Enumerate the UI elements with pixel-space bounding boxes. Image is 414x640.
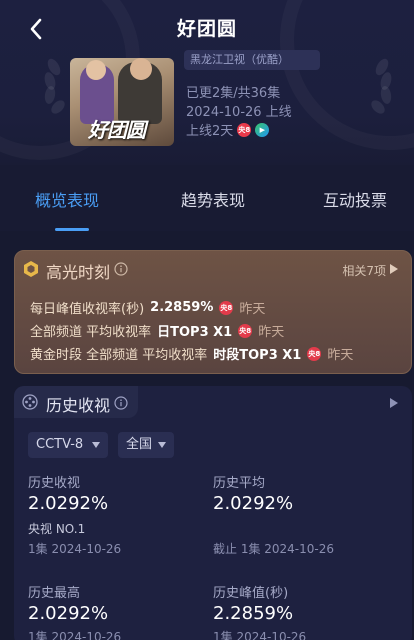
stat-value: 2.0292% xyxy=(28,493,109,514)
stat-sub: 1集 2024-10-26 xyxy=(213,630,307,640)
chevron-down-icon xyxy=(92,442,100,448)
drama-poster[interactable]: 好团圆 xyxy=(70,58,174,146)
active-tab-indicator xyxy=(55,228,89,231)
play-arrow-icon[interactable] xyxy=(390,264,398,274)
laurel-right-icon xyxy=(371,58,392,114)
info-icon[interactable] xyxy=(114,262,128,276)
stat-rank: 央视 NO.1 xyxy=(28,522,86,536)
highlight-title: 高光时刻 xyxy=(46,263,111,282)
tab-trend[interactable]: 趋势表现 xyxy=(181,187,245,211)
highlight-row-label: 黄金时段 全部频道 平均收视率 xyxy=(30,348,208,363)
info-icon[interactable] xyxy=(114,396,128,410)
channel-select[interactable]: CCTV-8 xyxy=(28,432,108,458)
play-arrow-icon[interactable] xyxy=(390,398,398,408)
yangshipin-icon: 央8 xyxy=(237,122,252,137)
poster-face xyxy=(86,60,106,80)
stat-label: 历史最高 xyxy=(28,586,81,601)
online-days-row: 上线2天 央8 ▶ xyxy=(186,120,270,139)
chevron-down-icon xyxy=(158,442,166,448)
tab-bar: 概览表现 趋势表现 互动投票 xyxy=(0,165,414,231)
stat-value: 2.0292% xyxy=(213,493,294,514)
yangshipin-badge-icon: 央8 xyxy=(307,346,322,361)
highlight-row-label: 每日峰值收视率(秒) xyxy=(30,302,145,317)
highlight-row-time: 昨天 xyxy=(327,348,354,363)
tab-vote[interactable]: 互动投票 xyxy=(323,187,387,211)
region-select-value: 全国 xyxy=(126,437,153,452)
yangshipin-badge-icon: 央8 xyxy=(238,323,253,338)
episode-count: 已更2集/共36集 xyxy=(186,86,281,101)
drama-header: 好团圆 好团圆 黑龙江卫视（优酷） 已更2集/共36集 2024-10-26 上… xyxy=(0,0,414,165)
channel-select-value: CCTV-8 xyxy=(36,437,84,452)
highlight-row: 黄金时段 全部频道 平均收视率 时段TOP3 X1 央8 昨天 xyxy=(30,344,353,363)
release-date: 2024-10-26 上线 xyxy=(186,105,292,120)
stat-value: 2.0292% xyxy=(28,603,109,624)
highlight-row: 全部频道 平均收视率 日TOP3 X1 央8 昨天 xyxy=(30,321,284,340)
region-select[interactable]: 全国 xyxy=(118,432,174,458)
hexagon-icon xyxy=(24,261,38,277)
highlight-row-value: 时段TOP3 X1 xyxy=(213,348,302,363)
laurel-left-icon xyxy=(44,58,65,114)
poster-face xyxy=(130,58,152,80)
tab-overview[interactable]: 概览表现 xyxy=(35,187,99,211)
highlight-row-value: 日TOP3 X1 xyxy=(157,325,233,340)
youku-icon: ▶ xyxy=(255,122,270,137)
online-days: 上线2天 xyxy=(186,124,234,139)
stat-label: 历史峰值(秒) xyxy=(213,586,289,601)
stat-label: 历史收视 xyxy=(28,476,81,491)
highlight-row-label: 全部频道 平均收视率 xyxy=(30,325,152,340)
highlight-row-time: 昨天 xyxy=(239,302,266,317)
stat-sub: 1集 2024-10-26 xyxy=(28,542,122,556)
highlight-row: 每日峰值收视率(秒) 2.2859% 央8 昨天 xyxy=(30,298,265,317)
yangshipin-badge-icon: 央8 xyxy=(219,300,234,315)
stat-sub: 截止 1集 2024-10-26 xyxy=(213,542,335,556)
stat-value: 2.2859% xyxy=(213,603,294,624)
highlight-row-time: 昨天 xyxy=(258,325,285,340)
stat-sub: 1集 2024-10-26 xyxy=(28,630,122,640)
history-title: 历史收视 xyxy=(46,396,111,415)
highlight-more-link[interactable]: 相关7项 xyxy=(342,262,386,279)
highlight-row-value: 2.2859% xyxy=(150,300,214,315)
page-title: 好团圆 xyxy=(176,18,237,40)
film-reel-icon xyxy=(22,394,38,410)
stat-label: 历史平均 xyxy=(213,476,266,491)
channel-pill: 黑龙江卫视（优酷） xyxy=(184,50,320,70)
poster-title: 好团圆 xyxy=(88,118,146,142)
